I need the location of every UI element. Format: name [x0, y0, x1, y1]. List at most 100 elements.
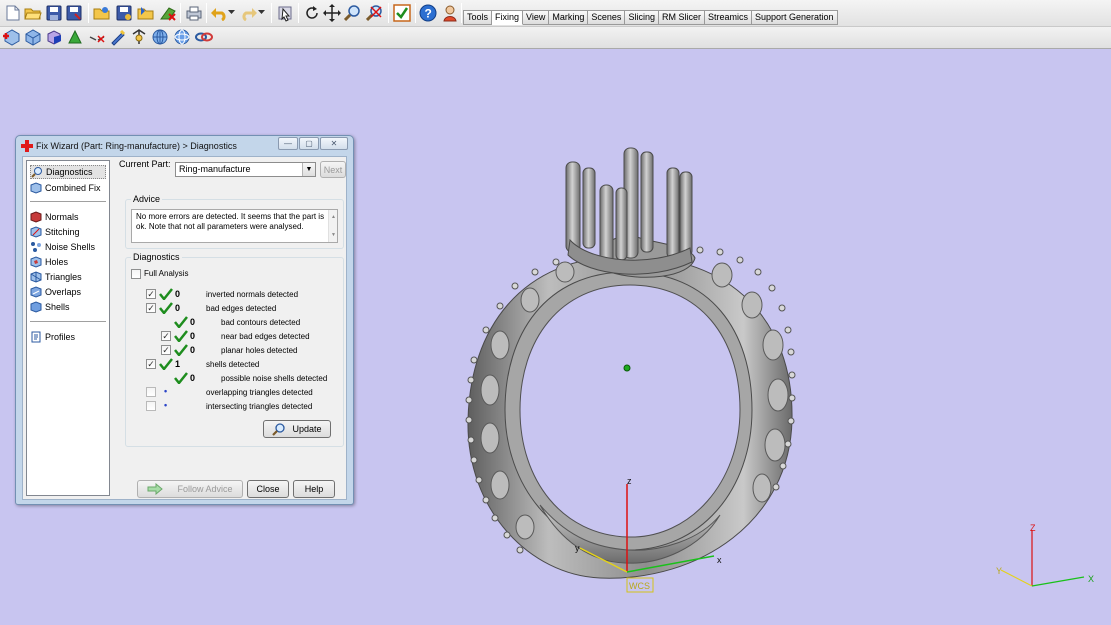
cut-icon[interactable] — [88, 28, 106, 46]
chevron-down-icon: ▼ — [302, 163, 315, 176]
check-icon[interactable] — [393, 4, 411, 22]
undo-icon[interactable] — [210, 4, 228, 22]
tab-rm-slicer[interactable]: RM Slicer — [658, 10, 705, 25]
diag-count: 0 — [190, 373, 196, 383]
exit-icon[interactable] — [159, 4, 177, 22]
redo-icon[interactable] — [240, 4, 258, 22]
link-icon[interactable] — [195, 28, 213, 46]
new-file-icon[interactable] — [4, 4, 22, 22]
save-as-icon[interactable] — [65, 4, 83, 22]
tab-view[interactable]: View — [523, 10, 550, 25]
stitching-icon — [30, 226, 42, 238]
row-checkbox[interactable]: ✓ — [146, 359, 156, 369]
axis-x-label: x — [717, 555, 722, 565]
advice-title: Advice — [131, 194, 163, 204]
nav-separator — [30, 321, 106, 322]
row-checkbox[interactable]: ✓ — [161, 345, 171, 355]
close-window-button[interactable]: ✕ — [320, 137, 348, 150]
help-icon[interactable]: ? — [419, 4, 437, 22]
tab-tools[interactable]: Tools — [463, 10, 493, 25]
update-button[interactable]: Update — [263, 420, 331, 438]
nav-item-holes[interactable]: Holes — [30, 255, 68, 269]
axis-y-label: y — [575, 543, 580, 553]
pending-dot-icon: • — [164, 386, 168, 396]
tab-streamics[interactable]: Streamics — [704, 10, 752, 25]
dialog-titlebar[interactable]: Fix Wizard (Part: Ring-manufacture) > Di… — [16, 136, 353, 156]
close-button[interactable]: Close — [247, 480, 289, 498]
row-checkbox[interactable]: ✓ — [161, 331, 171, 341]
diag-label: possible noise shells detected — [221, 374, 328, 383]
tab-marking[interactable]: Marking — [549, 10, 589, 25]
ok-check-icon — [174, 372, 188, 384]
holes-icon — [30, 256, 42, 268]
nav-separator — [30, 201, 106, 202]
diag-label: inverted normals detected — [206, 290, 299, 299]
marker-icon[interactable] — [109, 28, 127, 46]
magnifier-icon — [272, 423, 286, 436]
zoom-window-icon[interactable] — [366, 4, 384, 22]
measure-icon[interactable] — [130, 28, 148, 46]
row-checkbox[interactable]: ✓ — [146, 289, 156, 299]
diag-count: 0 — [190, 345, 196, 355]
redo-dropdown-icon[interactable] — [257, 7, 267, 17]
diag-count: 0 — [190, 317, 196, 327]
diag-label: bad edges detected — [206, 304, 277, 313]
advice-textbox[interactable]: No more errors are detected. It seems th… — [131, 209, 338, 243]
advice-scrollbar[interactable]: ▲ ▼ — [328, 210, 337, 242]
tab-slicing[interactable]: Slicing — [625, 10, 659, 25]
axis-z-label: z — [627, 476, 632, 486]
corner-axis-x-label: X — [1088, 574, 1094, 584]
nav-item-combined-fix[interactable]: Combined Fix — [30, 181, 101, 195]
follow-advice-button[interactable]: Follow Advice — [137, 480, 243, 498]
shell-icon[interactable] — [24, 28, 42, 46]
dialog-title: Fix Wizard (Part: Ring-manufacture) > Di… — [36, 141, 237, 151]
nav-item-noise-shells[interactable]: Noise Shells — [30, 240, 95, 254]
full-analysis-checkbox[interactable] — [131, 269, 141, 279]
globe-icon[interactable] — [151, 28, 169, 46]
select-icon[interactable] — [276, 4, 294, 22]
maximize-button[interactable]: ▢ — [299, 137, 319, 150]
nav-item-profiles[interactable]: Profiles — [30, 330, 75, 344]
minimize-button[interactable]: — — [278, 137, 298, 150]
help-button[interactable]: Help — [293, 480, 335, 498]
diag-label: near bad edges detected — [221, 332, 310, 341]
undo-dropdown-icon[interactable] — [227, 7, 237, 17]
fix-wizard-dialog: Fix Wizard (Part: Ring-manufacture) > Di… — [15, 135, 354, 505]
zoom-icon[interactable] — [344, 4, 362, 22]
box-icon[interactable] — [45, 28, 63, 46]
rotate-icon[interactable] — [303, 4, 321, 22]
nav-item-overlaps[interactable]: Overlaps — [30, 285, 81, 299]
wizard-icon[interactable] — [441, 4, 459, 22]
print-icon[interactable] — [185, 4, 203, 22]
fix-wizard-icon[interactable] — [3, 28, 21, 46]
normals-icon — [30, 211, 42, 223]
svg-text:?: ? — [425, 7, 432, 21]
diag-label: bad contours detected — [221, 318, 301, 327]
open-folder-icon[interactable] — [24, 4, 42, 22]
import-icon[interactable] — [137, 4, 155, 22]
next-button[interactable]: Next — [320, 161, 346, 178]
overlaps-icon — [30, 286, 42, 298]
nav-item-triangles[interactable]: Triangles — [30, 270, 82, 284]
noise-shells-icon — [30, 241, 42, 253]
open-scene-icon[interactable] — [93, 4, 111, 22]
fix-wizard-cross-icon — [21, 140, 33, 152]
row-checkbox[interactable]: ✓ — [146, 303, 156, 313]
save-scene-icon[interactable] — [115, 4, 133, 22]
pan-icon[interactable] — [323, 4, 341, 22]
ok-check-icon — [174, 316, 188, 328]
nav-item-shells[interactable]: Shells — [30, 300, 70, 314]
nav-item-normals[interactable]: Normals — [30, 210, 79, 224]
nav-item-diagnostics[interactable]: Diagnostics — [30, 165, 106, 179]
nav-item-stitching[interactable]: Stitching — [30, 225, 80, 239]
tab-scenes[interactable]: Scenes — [588, 10, 626, 25]
save-icon[interactable] — [45, 4, 63, 22]
sphere-icon[interactable] — [173, 28, 191, 46]
tab-support-generation[interactable]: Support Generation — [751, 10, 838, 25]
green-triangle-icon[interactable] — [66, 28, 84, 46]
row-checkbox[interactable] — [146, 401, 156, 411]
row-checkbox[interactable] — [146, 387, 156, 397]
diag-count: 0 — [190, 331, 196, 341]
tab-fixing[interactable]: Fixing — [492, 10, 524, 25]
current-part-select[interactable]: Ring-manufacture ▼ — [175, 162, 316, 177]
